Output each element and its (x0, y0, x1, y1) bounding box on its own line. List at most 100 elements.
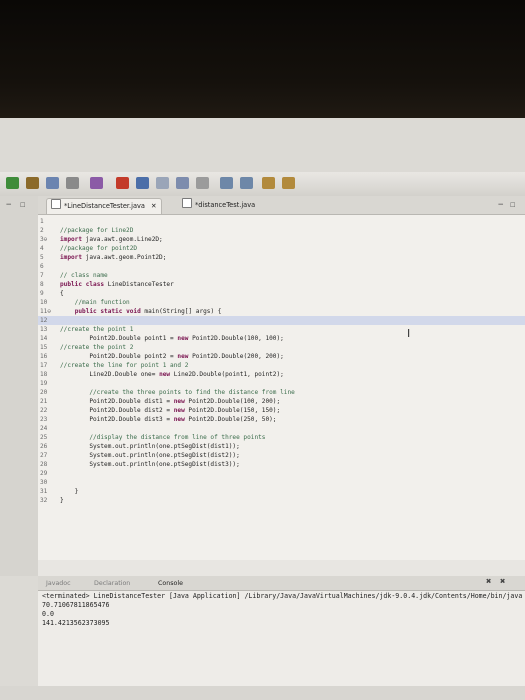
line-number: 28 (40, 461, 48, 468)
code-line: 26 System.out.println(one.ptSegDist(dist… (38, 442, 525, 451)
tab-label: *LineDistanceTester.java (64, 202, 145, 210)
code-line: 24 (38, 424, 525, 433)
console-output-line: 70.71067811865476 (42, 601, 110, 609)
open-type-icon[interactable] (90, 177, 103, 189)
line-number: 6 (40, 263, 44, 270)
tab-javadoc[interactable]: Javadoc (46, 578, 71, 589)
close-tab-icon[interactable]: ✕ (151, 202, 157, 210)
tab-console[interactable]: Console (158, 578, 183, 589)
tab-linedistancetester[interactable]: *LineDistanceTester.java ✕ (46, 198, 162, 214)
main-toolbar (0, 172, 525, 197)
code-text: import java.awt.geom.Point2D; (60, 254, 167, 261)
line-number: 19 (40, 380, 48, 387)
console-panel: Javadoc Declaration Console ✖ ✖ <termina… (38, 576, 525, 686)
maximize-editor-icon[interactable]: ☐ (510, 200, 515, 210)
line-number: 9 (40, 290, 44, 297)
line-number: 12 (40, 317, 48, 324)
code-text: //create the three points to find the di… (60, 389, 295, 396)
line-number: 21 (40, 398, 48, 405)
line-number: 2 (40, 227, 44, 234)
line-number: 8 (40, 281, 44, 288)
code-line: 28 System.out.println(one.ptSegDist(dist… (38, 460, 525, 469)
code-text: public class LineDistanceTester (60, 281, 174, 288)
book-icon[interactable] (176, 177, 189, 189)
debug-icon[interactable] (26, 177, 39, 189)
editor-panel: *LineDistanceTester.java ✕ *distanceTest… (38, 196, 525, 576)
console-output-line: 141.4213562373095 (42, 619, 110, 627)
code-line: 12 (38, 316, 525, 325)
code-line: 11⊖ public static void main(String[] arg… (38, 307, 525, 316)
code-editor[interactable]: 1 2//package for Line2D 3⊖ import java.awt.… (38, 215, 525, 560)
tab-distancetest[interactable]: *distanceTest.java (178, 198, 259, 213)
java-file-icon (51, 199, 61, 209)
line-number: 10 (40, 299, 48, 306)
java-file-icon (182, 198, 192, 208)
editor-tabbar: *LineDistanceTester.java ✕ *distanceTest… (38, 196, 525, 215)
photo-dark-border (0, 0, 525, 118)
code-line: 7 // class name (38, 271, 525, 280)
code-line: 22 Point2D.Double dist2 = new Point2D.Do… (38, 406, 525, 415)
code-line: 2 //package for Line2D (38, 226, 525, 235)
code-text: Point2D.Double point1 = new Point2D.Doub… (60, 335, 284, 342)
code-line: 6 (38, 262, 525, 271)
task-icon[interactable] (196, 177, 209, 189)
line-number: 24 (40, 425, 48, 432)
code-text: Point2D.Double dist3 = new Point2D.Doubl… (60, 416, 277, 423)
code-line: 31 } (38, 487, 525, 496)
code-line: 18 Line2D.Double one= new Line2D.Double(… (38, 370, 525, 379)
search-icon[interactable] (136, 177, 149, 189)
minimize-icon[interactable]: − (6, 200, 11, 210)
code-line: 1 (38, 217, 525, 226)
console-tabbar: Javadoc Declaration Console ✖ ✖ (38, 576, 525, 591)
next-annotation-icon[interactable] (220, 177, 233, 189)
code-text: import java.awt.geom.Line2D; (60, 236, 163, 243)
tab-label: *distanceTest.java (195, 201, 256, 209)
line-number: 1 (40, 218, 44, 225)
minimize-editor-icon[interactable]: − (498, 200, 503, 210)
maximize-icon[interactable]: ☐ (20, 200, 25, 210)
line-number: 23 (40, 416, 48, 423)
code-text: Point2D.Double dist1 = new Point2D.Doubl… (60, 398, 281, 405)
back-icon[interactable] (262, 177, 275, 189)
code-text: } (60, 497, 64, 504)
code-line: 9{ (38, 289, 525, 298)
code-text: //create the point 1 (60, 326, 134, 333)
code-line: 10 //main function (38, 298, 525, 307)
code-line: 16 Point2D.Double point2 = new Point2D.D… (38, 352, 525, 361)
line-number: 16 (40, 353, 48, 360)
code-line: 29 (38, 469, 525, 478)
code-text: //package for Line2D (60, 227, 134, 234)
code-text: //create the point 2 (60, 344, 134, 351)
code-line: 8 public class LineDistanceTester (38, 280, 525, 289)
open-editor-icon[interactable] (156, 177, 169, 189)
line-number: 18 (40, 371, 48, 378)
tab-declaration[interactable]: Declaration (94, 578, 130, 589)
code-line: 3⊖ import java.awt.geom.Line2D; (38, 235, 525, 244)
code-text: //display the distance from line of thre… (60, 434, 266, 441)
remove-all-icon[interactable]: ✖ (500, 577, 505, 587)
code-text: public static void main(String[] args) { (74, 308, 222, 315)
new-icon[interactable] (46, 177, 59, 189)
code-line: 4 //package for point2D (38, 244, 525, 253)
line-number: 7 (40, 272, 44, 279)
line-number: 32 (40, 497, 48, 504)
code-text: // class name (60, 272, 108, 279)
code-line: 15 //create the point 2 (38, 343, 525, 352)
code-line: 21 Point2D.Double dist1 = new Point2D.Do… (38, 397, 525, 406)
remove-launch-icon[interactable]: ✖ (486, 577, 491, 587)
save-icon[interactable] (66, 177, 79, 189)
line-number: 17 (40, 362, 48, 369)
line-number: 25 (40, 434, 48, 441)
prev-annotation-icon[interactable] (240, 177, 253, 189)
code-line: 19 (38, 379, 525, 388)
text-cursor-icon: I (407, 327, 411, 340)
forward-icon[interactable] (282, 177, 295, 189)
console-status: <terminated> LineDistanceTester [Java Ap… (42, 592, 523, 600)
line-number: 11⊖ (40, 308, 52, 315)
line-number: 22 (40, 407, 48, 414)
code-line: 32} (38, 496, 525, 505)
run-icon[interactable] (6, 177, 19, 189)
pin-icon[interactable] (116, 177, 129, 189)
code-line: 25 //display the distance from line of t… (38, 433, 525, 442)
code-text: //main function (60, 299, 130, 306)
